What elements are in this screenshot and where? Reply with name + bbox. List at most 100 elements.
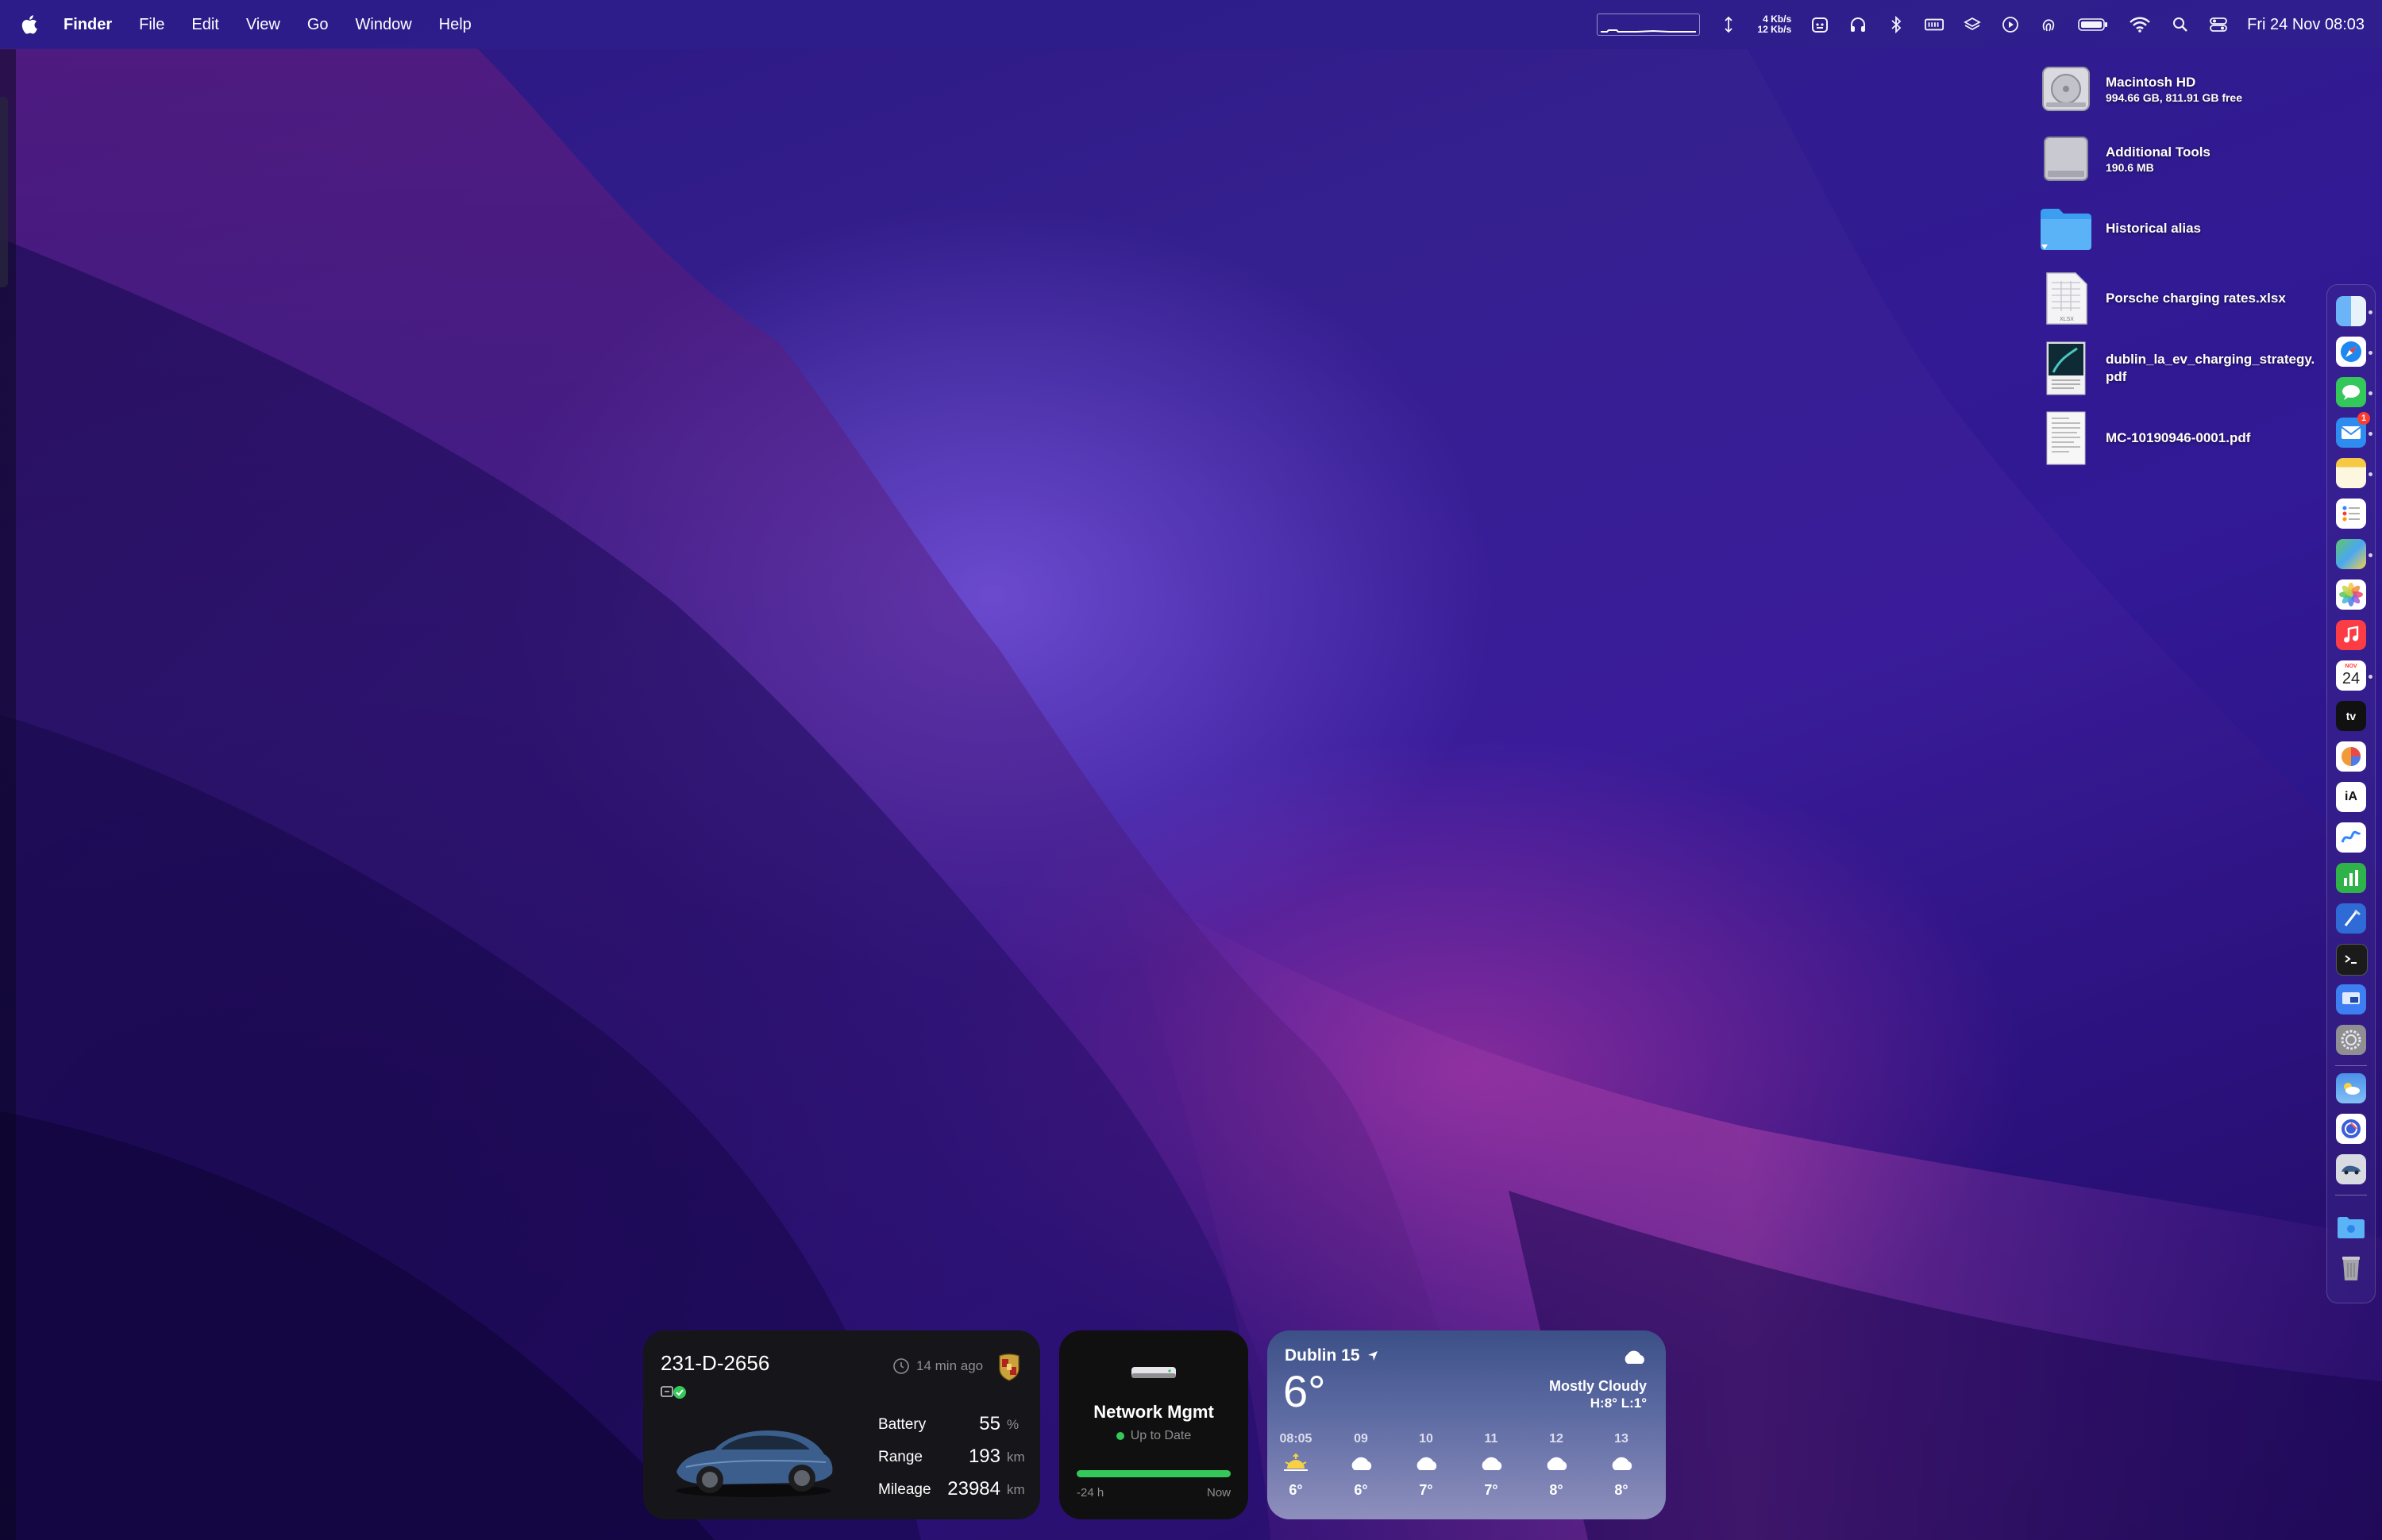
desktop-item-additional-tools[interactable]: Additional Tools 190.6 MB — [2034, 127, 2336, 191]
running-indicator — [2369, 432, 2372, 436]
menu-go[interactable]: Go — [307, 16, 329, 34]
menu-file[interactable]: File — [139, 16, 164, 34]
range-label: Range — [878, 1449, 923, 1465]
menu-window[interactable]: Window — [356, 16, 412, 34]
license-plate: 231-D-2656 — [661, 1351, 770, 1375]
dock-separator — [2335, 1065, 2367, 1066]
tv-label: tv — [2345, 710, 2357, 722]
desktop-item-label: Historical alias — [2106, 221, 2202, 236]
reminders-icon[interactable] — [2336, 499, 2366, 529]
battery-label: Battery — [878, 1416, 927, 1433]
router-icon — [1131, 1367, 1176, 1378]
network-title: Network Mgmt — [1093, 1402, 1214, 1422]
forecast-hour: 10 7° — [1402, 1432, 1450, 1499]
maps-icon[interactable] — [2336, 539, 2366, 569]
desktop-item-label: Additional Tools — [2106, 144, 2210, 160]
running-indicator — [2369, 472, 2372, 476]
apple-logo-icon[interactable] — [21, 14, 38, 35]
xcode-icon[interactable] — [2336, 903, 2366, 934]
mileage-value: 23984 — [947, 1478, 1000, 1500]
ia-writer-icon[interactable]: iA — [2336, 782, 2366, 812]
finder-icon[interactable] — [2336, 296, 2366, 326]
pixelmator-icon[interactable] — [2336, 741, 2366, 772]
desktop-item-mc-pdf[interactable]: MC-10190946-0001.pdf — [2034, 406, 2336, 470]
car-widget[interactable]: 231-D-2656 14 min ago Battery 55 % Range… — [643, 1330, 1040, 1519]
spotlight-search-icon[interactable] — [2171, 15, 2190, 34]
desktop-item-label: Macintosh HD — [2106, 75, 2196, 90]
menu-view[interactable]: View — [246, 16, 280, 34]
battery-value: 55 — [979, 1413, 1000, 1434]
terminal-icon[interactable] — [2336, 944, 2368, 976]
running-indicator — [2369, 351, 2372, 355]
desktop-item-label: MC-10190946-0001.pdf — [2106, 430, 2251, 445]
apple-tv-icon[interactable]: tv — [2336, 701, 2366, 731]
memory-icon[interactable] — [1925, 15, 1945, 34]
numbers-icon[interactable] — [2336, 863, 2366, 893]
freeform-icon[interactable] — [2336, 822, 2366, 853]
fingerprint-icon[interactable] — [2039, 15, 2058, 34]
forecast-temp: 8° — [1614, 1482, 1628, 1498]
desktop-wallpaper — [0, 0, 2382, 1540]
running-indicator — [2369, 310, 2372, 314]
porsche-app-icon[interactable] — [2336, 1154, 2366, 1184]
weather-app-icon[interactable] — [2336, 1073, 2366, 1103]
pdf-icon — [2034, 406, 2098, 470]
menu-app-finder[interactable]: Finder — [64, 16, 112, 34]
weather-high-low: H:8° L:1° — [1590, 1396, 1647, 1411]
trash-icon[interactable] — [2336, 1253, 2366, 1283]
network-status: Up to Date — [1059, 1429, 1248, 1443]
screen-sharing-icon[interactable] — [2336, 984, 2366, 1014]
desktop-item-dublin-strategy-pdf[interactable]: dublin_la_ev_charging_strategy.pdf — [2034, 337, 2336, 400]
safari-preview-icon[interactable] — [2336, 1114, 2366, 1144]
play-circle-icon[interactable] — [2001, 15, 2020, 34]
photos-icon[interactable] — [2336, 579, 2366, 610]
forecast-temp: 7° — [1419, 1482, 1433, 1498]
control-center-icon[interactable] — [2209, 15, 2228, 34]
messages-icon[interactable] — [2336, 377, 2366, 407]
range-value: 193 — [968, 1446, 1000, 1467]
charging-status-icon — [661, 1386, 686, 1399]
mileage-unit: km — [1007, 1482, 1025, 1497]
menu-help[interactable]: Help — [439, 16, 472, 34]
headphones-icon[interactable] — [1848, 15, 1867, 34]
downloads-folder-icon[interactable] — [2336, 1212, 2366, 1242]
forecast-temp: 7° — [1484, 1482, 1498, 1498]
calendar-icon[interactable]: NOV 24 — [2336, 660, 2366, 691]
cpu-graph-widget[interactable] — [1597, 13, 1701, 36]
timeline-start-label: -24 h — [1077, 1486, 1104, 1500]
safari-icon[interactable] — [2336, 337, 2366, 367]
wifi-icon[interactable] — [2128, 15, 2152, 34]
weather-widget[interactable]: Dublin 15 6° Mostly Cloudy H:8° L:1° 08:… — [1267, 1330, 1666, 1519]
music-icon[interactable] — [2336, 620, 2366, 650]
weather-location-name: Dublin 15 — [1285, 1346, 1360, 1365]
spreadsheet-icon: XLSX — [2034, 267, 2098, 330]
sunrise-icon — [1284, 1453, 1308, 1471]
notes-icon[interactable] — [2336, 458, 2366, 488]
transfer-arrows-icon[interactable] — [1719, 15, 1738, 34]
network-widget[interactable]: Network Mgmt Up to Date -24 h Now — [1059, 1330, 1248, 1519]
wallpaper-waves — [0, 48, 2382, 1540]
calendar-month: NOV — [2345, 664, 2357, 669]
forecast-time: 10 — [1419, 1432, 1433, 1446]
network-speed[interactable]: 4 Kb/s 12 Kb/s — [1757, 14, 1791, 35]
mileage-label: Mileage — [878, 1481, 931, 1498]
system-settings-icon[interactable] — [2336, 1025, 2366, 1055]
window-tab — [0, 97, 8, 287]
layers-icon[interactable] — [1963, 15, 1982, 34]
menu-bar-clock[interactable]: Fri 24 Nov 08:03 — [2247, 16, 2365, 34]
desktop-item-porsche-charging-rates[interactable]: XLSX Porsche charging rates.xlsx — [2034, 267, 2336, 330]
desktop-item-historical-alias[interactable]: Historical alias — [2034, 197, 2336, 260]
battery-unit: % — [1007, 1417, 1019, 1432]
forecast-time: 11 — [1484, 1432, 1498, 1446]
car-image — [676, 1430, 833, 1497]
cloud-icon — [1625, 1350, 1644, 1364]
calendar-app-icon[interactable] — [1810, 15, 1829, 34]
menu-edit[interactable]: Edit — [191, 16, 218, 34]
network-status-text: Up to Date — [1130, 1429, 1192, 1442]
running-indicator — [2369, 553, 2372, 557]
folder-icon — [2034, 197, 2098, 260]
desktop-item-macintosh-hd[interactable]: Macintosh HD 994.66 GB, 811.91 GB free — [2034, 57, 2336, 121]
battery-icon[interactable] — [2077, 15, 2109, 34]
timeline-end-label: Now — [1206, 1486, 1231, 1500]
bluetooth-icon[interactable] — [1887, 15, 1906, 34]
